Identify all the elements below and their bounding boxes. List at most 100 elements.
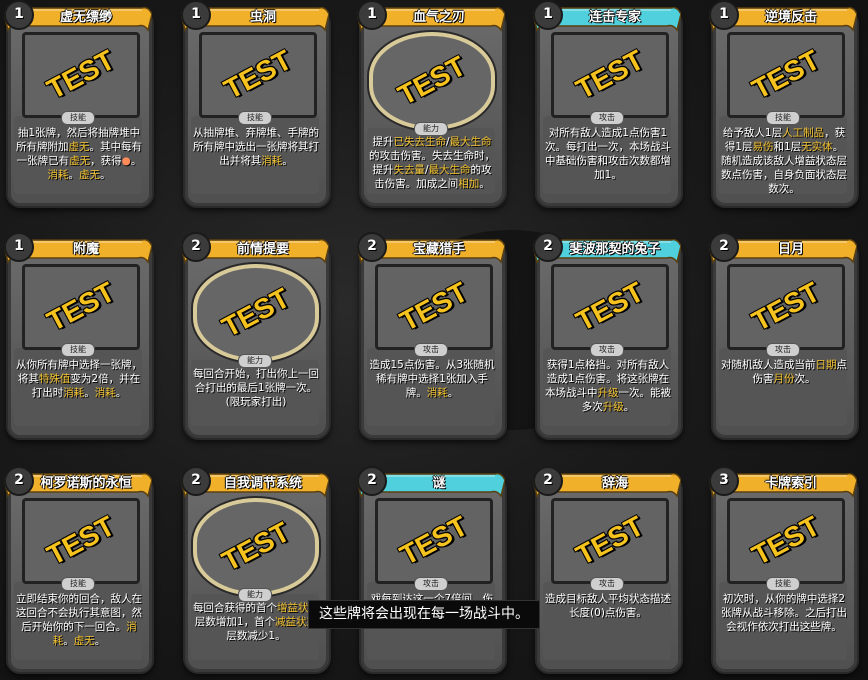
keyword-text: 月份	[773, 373, 795, 385]
card-art-placeholder: TEST	[216, 282, 295, 344]
energy-cost-badge: 2	[181, 466, 211, 496]
card-title: 逆境反击	[764, 10, 817, 25]
tooltip: 这些牌将会出现在每一场战斗中。	[308, 600, 540, 629]
card-art-placeholder: TEST	[392, 50, 471, 112]
card[interactable]: TEST 柯罗诺斯的永恒 2 技能 立即结束你的回合，敌人在这回合不会执行其意图，然后开…	[4, 466, 154, 674]
card[interactable]: TEST 日月 2 攻击 对随机敌人造成当前日期点伤害月份次。	[709, 232, 859, 440]
card-art: TEST	[375, 498, 493, 584]
keyword-text: 失去量	[393, 164, 425, 176]
card-title: 日月	[777, 242, 804, 257]
card-title: 连击专家	[588, 10, 641, 25]
card[interactable]: TEST 辞海 2 攻击 造成目标敌人平均状态描述长度(0)点伤害。	[533, 466, 683, 674]
keyword-text: 升级	[602, 401, 624, 413]
card-title: 卡牌索引	[764, 476, 817, 491]
card-type-tag: 攻击	[590, 577, 624, 591]
card-title: 附魔	[72, 242, 99, 257]
card[interactable]: TEST 虫洞 1 技能 从抽牌堆、弃牌堆、手牌的所有牌中选出一张牌将其打出并将其消耗。	[181, 0, 331, 208]
description-text: 。	[68, 169, 80, 181]
card-art-placeholder: TEST	[746, 276, 825, 338]
description-text: 对所有敌人造成1点伤害1次。每打出一次，本场战斗中基础伤害和攻击次数都增加1。	[545, 127, 671, 181]
card-title: 谜	[432, 476, 446, 491]
card-art-placeholder: TEST	[216, 516, 295, 578]
card-type-tag: 技能	[766, 577, 800, 591]
card-title: 虫洞	[249, 10, 276, 25]
card[interactable]: TEST 宝藏猎手 2 攻击 造成15点伤害。从3张随机稀有牌中选择1张加入手牌。消耗。	[357, 232, 507, 440]
card-art-placeholder: TEST	[570, 510, 649, 572]
description-text: 。	[130, 155, 142, 167]
card-description: 从你所有牌中选择一张牌，将其特殊值变为2倍，并在打出时消耗。消耗。	[16, 358, 142, 400]
card-art: TEST	[193, 264, 319, 362]
energy-cost-badge: 2	[357, 232, 387, 262]
energy-cost-badge: 1	[533, 0, 563, 30]
card-art-placeholder: TEST	[746, 44, 825, 106]
card-title: 前情提要	[236, 242, 289, 257]
card[interactable]: TEST 逆境反击 1 技能 给予敌人1层人工制品，获得1层易伤和1层无实体。随机造成该…	[709, 0, 859, 208]
energy-cost-badge: 1	[357, 0, 387, 30]
energy-cost-badge: 2	[533, 232, 563, 262]
keyword-text: 最大生命	[449, 136, 492, 148]
energy-cost-badge: 2	[533, 466, 563, 496]
energy-cost-badge: 1	[709, 0, 739, 30]
card-description: 从抽牌堆、弃牌堆、手牌的所有牌中选出一张牌将其打出并将其消耗。	[193, 126, 319, 168]
card-art: TEST	[727, 498, 845, 584]
card[interactable]: TEST 斐波那契的兔子 2 攻击 获得1点格挡。对所有敌人造成1点伤害。将这张牌在本场…	[533, 232, 683, 440]
card-type-tag: 攻击	[766, 343, 800, 357]
card[interactable]: TEST 连击专家 1 攻击 对所有敌人造成1点伤害1次。每打出一次，本场战斗中基础伤害…	[533, 0, 683, 208]
card-title: 血气之刃	[412, 10, 465, 25]
description-text: 从抽牌堆、弃牌堆、手牌的所有牌中选出一张牌将其打出并将其	[193, 127, 319, 167]
keyword-text: 升级	[597, 387, 619, 399]
card-art: TEST	[551, 498, 669, 584]
card-description: 每回合获得的首个增益状态层数增加1，首个减益状态层数减少1。	[193, 601, 319, 643]
card-type-tag: 攻击	[590, 111, 624, 125]
card-art: TEST	[375, 264, 493, 350]
card[interactable]: TEST 自我调节系统 2 能力 每回合获得的首个增益状态层数增加1，首个减益状态层数减…	[181, 466, 331, 674]
card[interactable]: TEST 附魔 1 技能 从你所有牌中选择一张牌，将其特殊值变为2倍，并在打出时消耗。消…	[4, 232, 154, 440]
card[interactable]: TEST 卡牌索引 3 技能初次时，从你的牌中选择2张牌从战斗移除。之后打出会视作依次…	[709, 466, 859, 674]
card-art: TEST	[22, 264, 140, 350]
energy-cost-badge: 2	[181, 232, 211, 262]
card[interactable]: TEST 前情提要 2 能力 每回合开始，打出你上一回合打出的最后1张牌一次。(限玩家打…	[181, 232, 331, 440]
description-text: 层数增加1，首个	[194, 616, 276, 628]
energy-cost-badge: 2	[709, 232, 739, 262]
card-type-tag: 能力	[238, 354, 272, 368]
description-text: 对随机敌人造成当前	[721, 359, 816, 371]
keyword-text: 人工制品	[782, 127, 825, 139]
card-title: 柯罗诺斯的永恒	[40, 476, 132, 491]
card[interactable]: TEST 虚无缥缈 1 技能 抽1张牌，然后将抽牌堆中所有牌附加虚无。其中每有一张牌已有…	[4, 0, 154, 208]
keyword-text: 消耗	[94, 387, 116, 399]
card-description: 对随机敌人造成当前日期点伤害月份次。	[721, 358, 847, 386]
keyword-text: 已失去生命	[393, 136, 446, 148]
card-art: TEST	[369, 32, 495, 130]
description-text: 。	[623, 401, 635, 413]
keyword-text: ●	[121, 155, 131, 167]
description-text: 初次时，从你的牌中选择2张牌从战斗移除。之后打出会视作依次打出这些牌。	[721, 593, 847, 633]
card[interactable]: TEST谜2攻击戏每到达这一个7倍间，伤害次数增加1。消耗。	[357, 466, 507, 674]
keyword-text: 虚无	[73, 635, 95, 647]
card-art-placeholder: TEST	[41, 44, 120, 106]
energy-cost-badge: 2	[357, 466, 387, 496]
card-description: 初次时，从你的牌中选择2张牌从战斗移除。之后打出会视作依次打出这些牌。	[721, 592, 847, 634]
energy-cost-badge: 1	[4, 232, 34, 262]
card-type-tag: 技能	[61, 111, 95, 125]
card-description: 造成15点伤害。从3张随机稀有牌中选择1张加入手牌。消耗。	[369, 358, 495, 400]
description-text: 。	[94, 635, 106, 647]
card-title: 自我调节系统	[223, 476, 302, 491]
card-description: 获得1点格挡。对所有敌人造成1点伤害。将这张牌在本场战斗中升级一次。能被多次升级…	[545, 358, 671, 414]
description-text: 每回合开始，打出你上一回合打出的最后1张牌一次。(限玩家打出)	[193, 368, 319, 408]
keyword-text: 日期	[815, 359, 837, 371]
card-description: 给予敌人1层人工制品，获得1层易伤和1层无实体。随机造成该敌人增益状态层数点伤害…	[721, 126, 847, 196]
card-description: 对所有敌人造成1点伤害1次。每打出一次，本场战斗中基础伤害和攻击次数都增加1。	[545, 126, 671, 182]
card-type-tag: 攻击	[590, 343, 624, 357]
description-text: 造成目标敌人平均状态描述长度(0)点伤害。	[545, 593, 671, 619]
card-art-placeholder: TEST	[218, 44, 297, 106]
description-text: 。	[115, 387, 127, 399]
keyword-text: 虚无	[68, 141, 90, 153]
card-art: TEST	[22, 498, 140, 584]
energy-cost-badge: 3	[709, 466, 739, 496]
card[interactable]: TEST 血气之刃 1 能力 提升已失去生命/最大生命的攻击伤害。失去生命时，提升失去量…	[357, 0, 507, 208]
card-type-tag: 能力	[238, 588, 272, 602]
description-text: 。	[100, 169, 111, 181]
card-art: TEST	[199, 32, 317, 118]
keyword-text: 消耗	[261, 155, 283, 167]
keyword-text: 相加	[458, 178, 480, 190]
